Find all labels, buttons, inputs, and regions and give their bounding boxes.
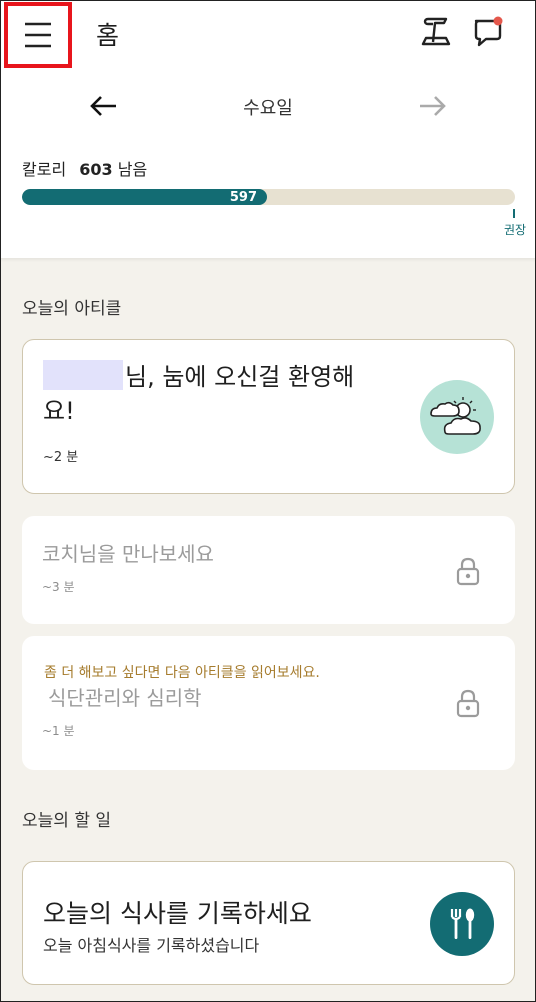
notification-dot xyxy=(493,16,503,26)
locked-article-duration: ~3 분 xyxy=(42,580,75,594)
fork-spoon-icon xyxy=(450,908,475,939)
calorie-progress-bar: 597 xyxy=(22,189,515,205)
featured-article-card[interactable]: 님, 눔에 오신걸 환영해요! ~2 분 xyxy=(22,339,515,494)
arrow-right-icon xyxy=(420,96,446,116)
next-day-button[interactable] xyxy=(416,92,450,120)
featured-article-title: 님, 눔에 오신걸 환영해요! xyxy=(43,360,363,428)
calorie-remaining-value: 603 xyxy=(79,160,113,179)
food-log-button[interactable] xyxy=(418,14,454,50)
weather-cloud-sun-icon xyxy=(430,397,481,435)
locked-article-card[interactable]: 좀 더 해보고 싶다면 다음 아티클을 읽어보세요. 식단관리와 심리학 ~1 … xyxy=(22,636,515,770)
hamburger-menu-icon xyxy=(25,22,51,48)
top-panel: 홈 수요일 칼로리 603 남음 597 권장 xyxy=(0,0,536,258)
day-label: 수요일 xyxy=(243,98,293,119)
calorie-summary: 칼로리 603 남음 xyxy=(22,156,147,180)
next-article-hint: 좀 더 해보고 싶다면 다음 아티클을 읽어보세요. xyxy=(44,665,320,681)
recommended-label: 권장 xyxy=(503,223,527,237)
todo-section-title: 오늘의 할 일 xyxy=(22,811,112,831)
lock-icon xyxy=(456,557,480,586)
recommended-tick xyxy=(513,209,515,218)
articles-section-title: 오늘의 아티클 xyxy=(22,299,122,319)
day-navigation: 수요일 xyxy=(0,84,536,128)
log-meals-subtitle: 오늘 아침식사를 기록하셨습니다 xyxy=(43,936,260,955)
calorie-label: 칼로리 xyxy=(22,160,67,179)
messages-button[interactable] xyxy=(470,14,506,50)
locked-article-title: 코치님을 만나보세요 xyxy=(42,542,214,566)
log-meals-title: 오늘의 식사를 기록하세요 xyxy=(43,899,312,928)
redacted-username xyxy=(43,360,123,390)
page-title: 홈 xyxy=(96,21,120,50)
locked-article-duration: ~1 분 xyxy=(42,724,75,738)
menu-button[interactable] xyxy=(4,2,72,68)
chat-bubble-icon xyxy=(474,16,503,47)
calorie-remaining-suffix: 남음 xyxy=(117,160,148,179)
log-meals-card[interactable]: 오늘의 식사를 기록하세요 오늘 아침식사를 기록하셨습니다 xyxy=(22,861,515,985)
weather-badge xyxy=(420,380,494,454)
featured-article-duration: ~2 분 xyxy=(43,450,79,465)
locked-article-title: 식단관리와 심리학 xyxy=(48,686,202,710)
calorie-consumed-value: 597 xyxy=(229,189,258,205)
calorie-progress-fill: 597 xyxy=(22,189,268,205)
log-meal-button[interactable] xyxy=(430,892,494,956)
lock-icon xyxy=(456,689,480,718)
food-log-icon xyxy=(421,17,451,46)
locked-article-card[interactable]: 코치님을 만나보세요 ~3 분 xyxy=(22,516,515,624)
